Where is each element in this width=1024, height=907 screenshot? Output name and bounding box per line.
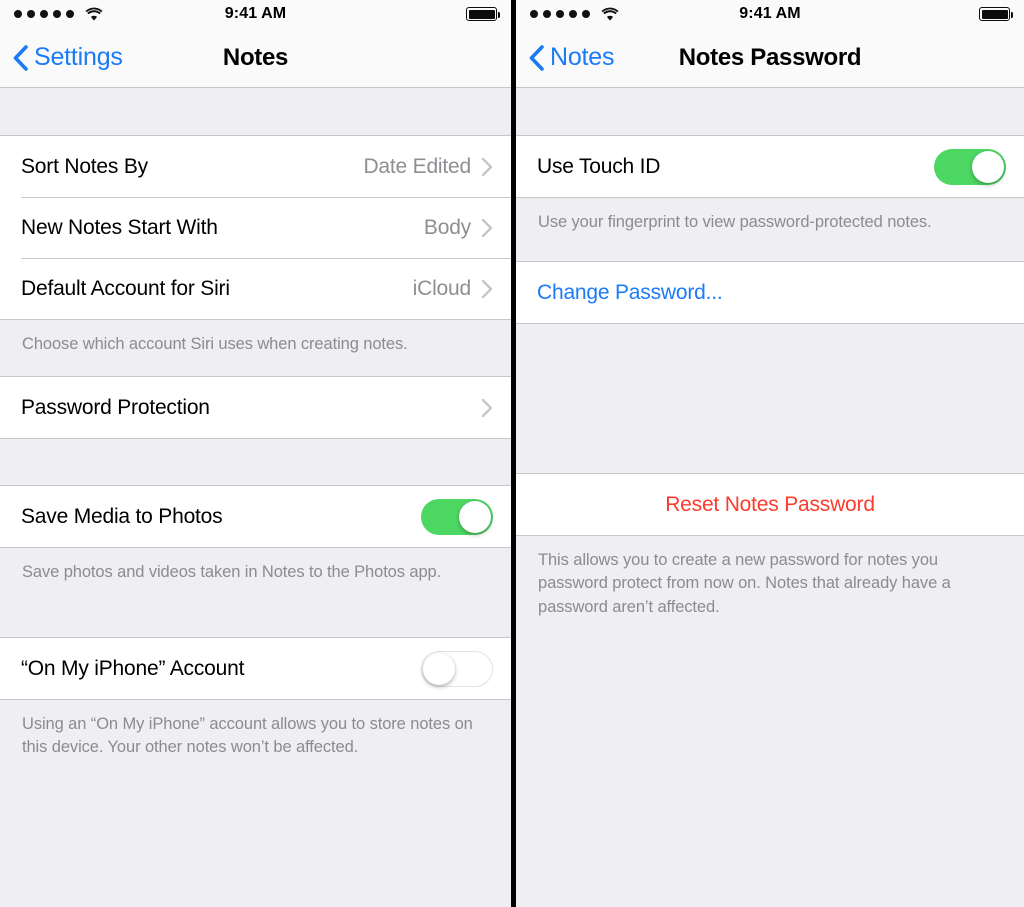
row-label: Save Media to Photos <box>21 504 223 528</box>
right-phone-screen: 9:41 AM Notes Notes Password Use Touch I… <box>516 0 1024 907</box>
row-label: “On My iPhone” Account <box>21 656 245 680</box>
settings-list: Sort Notes By Date Edited New Notes Star… <box>0 88 511 760</box>
footer-reset-password: This allows you to create a new password… <box>516 536 1024 620</box>
row-label: Password Protection <box>21 395 210 419</box>
row-label: Use Touch ID <box>537 154 661 178</box>
navigation-bar: Settings Notes <box>0 28 511 88</box>
footer-on-my-iphone: Using an “On My iPhone” account allows y… <box>0 700 511 760</box>
row-default-account-for-siri[interactable]: Default Account for Siri iCloud <box>0 258 511 319</box>
chevron-right-icon <box>481 157 493 177</box>
settings-group-sorting: Sort Notes By Date Edited New Notes Star… <box>0 135 511 320</box>
settings-group-save-media: Save Media to Photos <box>0 485 511 548</box>
row-value: Date Edited <box>363 154 471 178</box>
row-value: Body <box>423 215 471 239</box>
row-label: Sort Notes By <box>21 154 148 178</box>
reset-notes-password-label: Reset Notes Password <box>665 492 875 516</box>
row-use-touch-id[interactable]: Use Touch ID <box>516 136 1024 197</box>
row-sort-notes-by[interactable]: Sort Notes By Date Edited <box>0 136 511 197</box>
row-save-media-to-photos[interactable]: Save Media to Photos <box>0 486 511 547</box>
settings-group-touch-id: Use Touch ID <box>516 135 1024 198</box>
footer-touch-id: Use your fingerprint to view password-pr… <box>516 198 1024 261</box>
status-bar: 9:41 AM <box>0 0 511 28</box>
section-gap <box>0 439 511 485</box>
chevron-left-icon <box>529 44 544 71</box>
row-value: iCloud <box>412 276 472 300</box>
row-on-my-iphone-account[interactable]: “On My iPhone” Account <box>0 638 511 699</box>
row-label: New Notes Start With <box>21 215 218 239</box>
row-new-notes-start-with[interactable]: New Notes Start With Body <box>0 197 511 258</box>
status-bar-right <box>979 7 1013 21</box>
dual-screenshot-container: 9:41 AM Settings Notes Sort Notes By Dat… <box>0 0 1024 907</box>
settings-group-password-protection: Password Protection <box>0 376 511 439</box>
section-gap <box>516 88 1024 135</box>
back-button[interactable]: Notes <box>516 43 615 72</box>
row-label: Default Account for Siri <box>21 276 230 300</box>
status-bar-right <box>466 7 500 21</box>
left-phone-screen: 9:41 AM Settings Notes Sort Notes By Dat… <box>0 0 511 907</box>
row-change-password[interactable]: Change Password... <box>516 262 1024 323</box>
change-password-label: Change Password... <box>537 280 723 304</box>
save-media-toggle[interactable] <box>421 498 493 535</box>
section-gap <box>516 324 1024 473</box>
back-button-label: Settings <box>34 43 123 71</box>
battery-full-icon <box>466 7 500 21</box>
footer-siri-account: Choose which account Siri uses when crea… <box>0 320 511 376</box>
row-reset-notes-password[interactable]: Reset Notes Password <box>516 474 1024 535</box>
navigation-bar: Notes Notes Password <box>516 28 1024 88</box>
back-button[interactable]: Settings <box>0 43 123 72</box>
settings-group-reset-password: Reset Notes Password <box>516 473 1024 536</box>
chevron-right-icon <box>481 279 493 299</box>
settings-list: Use Touch ID Use your fingerprint to vie… <box>516 88 1024 620</box>
chevron-right-icon <box>481 218 493 238</box>
status-bar-clock: 9:41 AM <box>224 5 287 22</box>
status-bar-clock: 9:41 AM <box>739 5 801 22</box>
battery-full-icon <box>979 7 1013 21</box>
status-bar: 9:41 AM <box>516 0 1024 28</box>
on-my-iphone-toggle[interactable] <box>421 650 493 687</box>
chevron-right-icon <box>481 398 493 418</box>
back-button-label: Notes <box>550 43 615 71</box>
settings-group-on-my-iphone: “On My iPhone” Account <box>0 637 511 700</box>
use-touch-id-toggle[interactable] <box>934 148 1006 185</box>
row-password-protection[interactable]: Password Protection <box>0 377 511 438</box>
footer-save-media: Save photos and videos taken in Notes to… <box>0 548 511 637</box>
chevron-left-icon <box>13 44 28 71</box>
section-gap <box>0 88 511 135</box>
settings-group-change-password: Change Password... <box>516 261 1024 324</box>
